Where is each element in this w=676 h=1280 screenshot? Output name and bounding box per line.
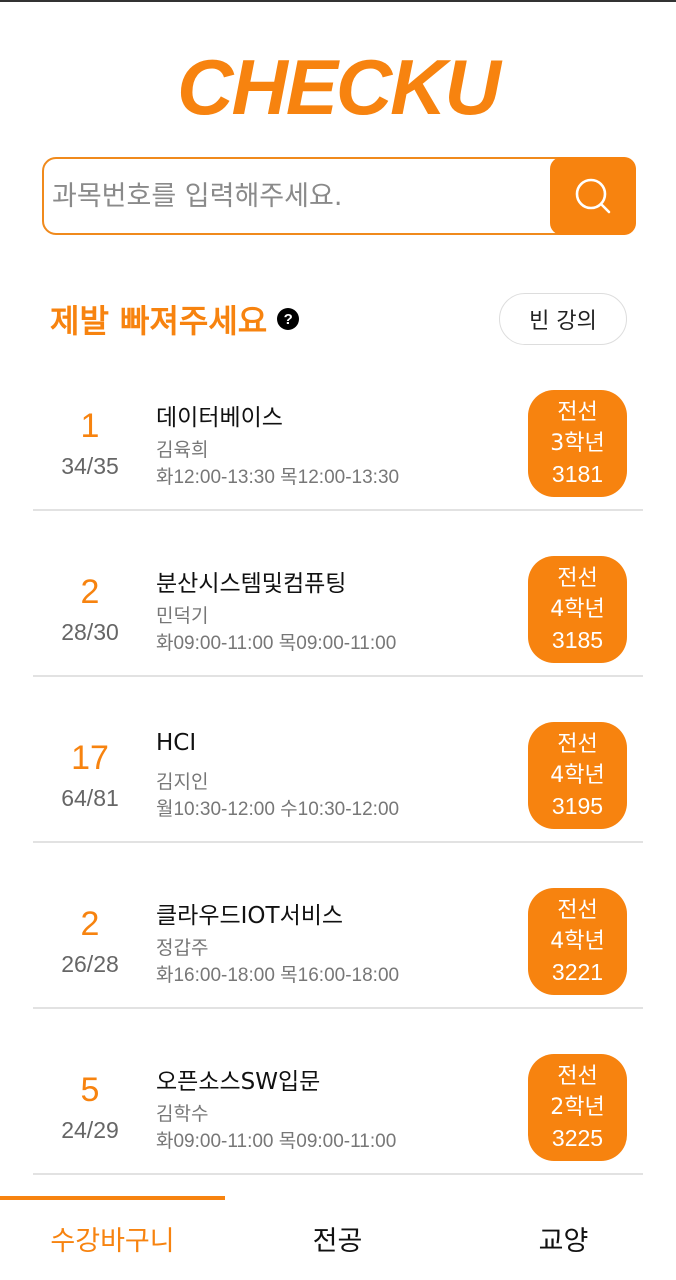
professor-name: 민덕기 <box>156 605 209 627</box>
professor-name: 김육희 <box>156 439 209 461</box>
course-row[interactable]: 2 26/28 클라우드IOT서비스 정갑주 화16:00-18:00 목16:… <box>0 843 676 1009</box>
row-divider <box>33 1173 643 1175</box>
search-bar <box>42 157 636 235</box>
professor-name: 김지인 <box>156 771 209 793</box>
professor-name: 김학수 <box>156 1103 209 1125</box>
course-row[interactable]: 17 64/81 HCI 김지인 월10:30-12:00 수10:30-12:… <box>0 677 676 843</box>
rank-number: 2 <box>80 905 100 943</box>
course-category: 전선 <box>557 732 598 757</box>
course-badge: 전선 4학년 3195 <box>528 722 627 829</box>
empty-lectures-button[interactable]: 빈 강의 <box>499 293 627 345</box>
course-name: 데이터베이스 <box>156 405 283 431</box>
capacity-count: 28/30 <box>61 619 119 645</box>
section-header: 제발 빠져주세요 ? <box>50 296 300 342</box>
course-code: 3225 <box>551 1125 604 1151</box>
tab-general[interactable]: 교양 <box>451 1196 676 1280</box>
course-grade: 4학년 <box>550 597 605 622</box>
course-badge: 전선 2학년 3225 <box>528 1054 627 1161</box>
course-category: 전선 <box>557 566 598 591</box>
course-badge: 전선 4학년 3221 <box>528 888 627 995</box>
course-schedule: 화09:00-11:00 목09:00-11:00 <box>156 633 397 654</box>
course-schedule: 월10:30-12:00 수10:30-12:00 <box>156 799 400 820</box>
capacity-count: 26/28 <box>61 951 119 977</box>
rank-number: 2 <box>80 573 100 611</box>
course-code: 3221 <box>551 959 604 985</box>
search-icon <box>575 178 611 214</box>
app-logo: CHECKU <box>177 43 501 131</box>
rank-number: 5 <box>80 1071 100 1109</box>
course-category: 전선 <box>557 400 598 425</box>
bottom-tab-bar: 수강바구니 전공 교양 <box>0 1196 676 1280</box>
course-name: 분산시스템및컴퓨팅 <box>156 571 347 597</box>
course-category: 전선 <box>557 1064 598 1089</box>
course-schedule: 화09:00-11:00 목09:00-11:00 <box>156 1131 397 1152</box>
course-name: 오픈소스SW입문 <box>156 1069 321 1095</box>
course-category: 전선 <box>557 898 598 923</box>
course-name: 클라우드IOT서비스 <box>156 903 344 929</box>
tab-basket[interactable]: 수강바구니 <box>0 1196 225 1280</box>
help-icon[interactable]: ? <box>277 308 300 330</box>
capacity-count: 64/81 <box>61 785 119 811</box>
course-schedule: 화16:00-18:00 목16:00-18:00 <box>156 965 400 986</box>
course-row[interactable]: 5 24/29 오픈소스SW입문 김학수 화09:00-11:00 목09:00… <box>0 1009 676 1175</box>
professor-name: 정갑주 <box>156 937 209 959</box>
rank-number: 1 <box>80 407 100 445</box>
course-row[interactable]: 2 28/30 분산시스템및컴퓨팅 민덕기 화09:00-11:00 목09:0… <box>0 511 676 677</box>
course-list: 1 34/35 데이터베이스 김육희 화12:00-13:30 목12:00-1… <box>0 345 676 1175</box>
status-bar-edge <box>0 0 676 2</box>
capacity-count: 34/35 <box>61 453 119 479</box>
course-name: HCI <box>156 730 197 756</box>
course-badge: 전선 4학년 3185 <box>528 556 627 663</box>
course-code: 3181 <box>551 461 604 487</box>
course-code: 3195 <box>551 793 604 819</box>
course-grade: 2학년 <box>550 1095 605 1120</box>
section-title: 제발 빠져주세요 <box>50 302 268 340</box>
course-code: 3185 <box>551 627 604 653</box>
course-grade: 3학년 <box>550 431 605 456</box>
search-button[interactable] <box>550 157 636 235</box>
capacity-count: 24/29 <box>61 1117 119 1143</box>
course-badge: 전선 3학년 3181 <box>528 390 627 497</box>
course-schedule: 화12:00-13:30 목12:00-13:30 <box>156 467 400 488</box>
course-grade: 4학년 <box>550 929 605 954</box>
rank-number: 17 <box>71 739 109 777</box>
course-grade: 4학년 <box>550 763 605 788</box>
tab-major[interactable]: 전공 <box>225 1196 450 1280</box>
course-row[interactable]: 1 34/35 데이터베이스 김육희 화12:00-13:30 목12:00-1… <box>0 345 676 511</box>
search-input[interactable] <box>52 167 552 225</box>
